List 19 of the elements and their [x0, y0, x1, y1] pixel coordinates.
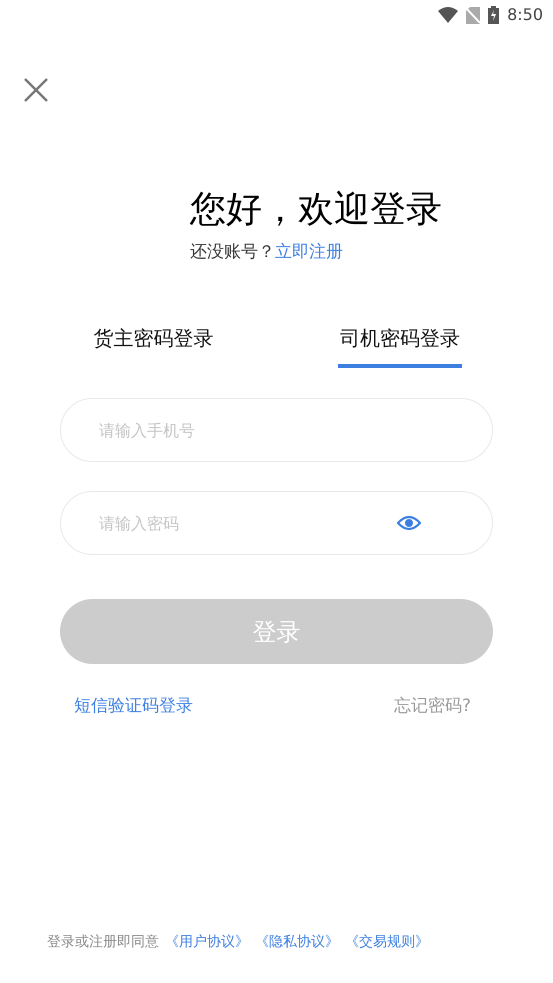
eye-icon[interactable]	[397, 515, 421, 531]
password-input-field[interactable]: 请输入密码	[60, 491, 493, 555]
phone-input-field[interactable]: 请输入手机号	[60, 398, 493, 462]
login-tab[interactable]: 司机密码登录	[338, 324, 462, 368]
agreement-link[interactable]: 《隐私协议》	[255, 932, 339, 953]
close-icon[interactable]	[22, 76, 50, 104]
no-account-text: 还没账号？	[190, 241, 275, 264]
status-time: 8:50	[507, 4, 543, 26]
agreement-link[interactable]: 《用户协议》	[165, 932, 249, 953]
sms-login-link[interactable]: 短信验证码登录	[74, 694, 193, 720]
agreement-link[interactable]: 《交易规则》	[345, 932, 429, 953]
wifi-icon	[438, 7, 458, 23]
agreement-text: 登录或注册即同意	[47, 933, 159, 952]
no-sim-icon	[466, 6, 480, 24]
login-tab[interactable]: 货主密码登录	[91, 324, 216, 368]
welcome-title: 您好，欢迎登录	[190, 188, 443, 232]
battery-charging-icon	[488, 6, 500, 24]
forgot-password-link[interactable]: 忘记密码?	[394, 694, 471, 720]
register-link[interactable]: 立即注册	[275, 240, 343, 264]
